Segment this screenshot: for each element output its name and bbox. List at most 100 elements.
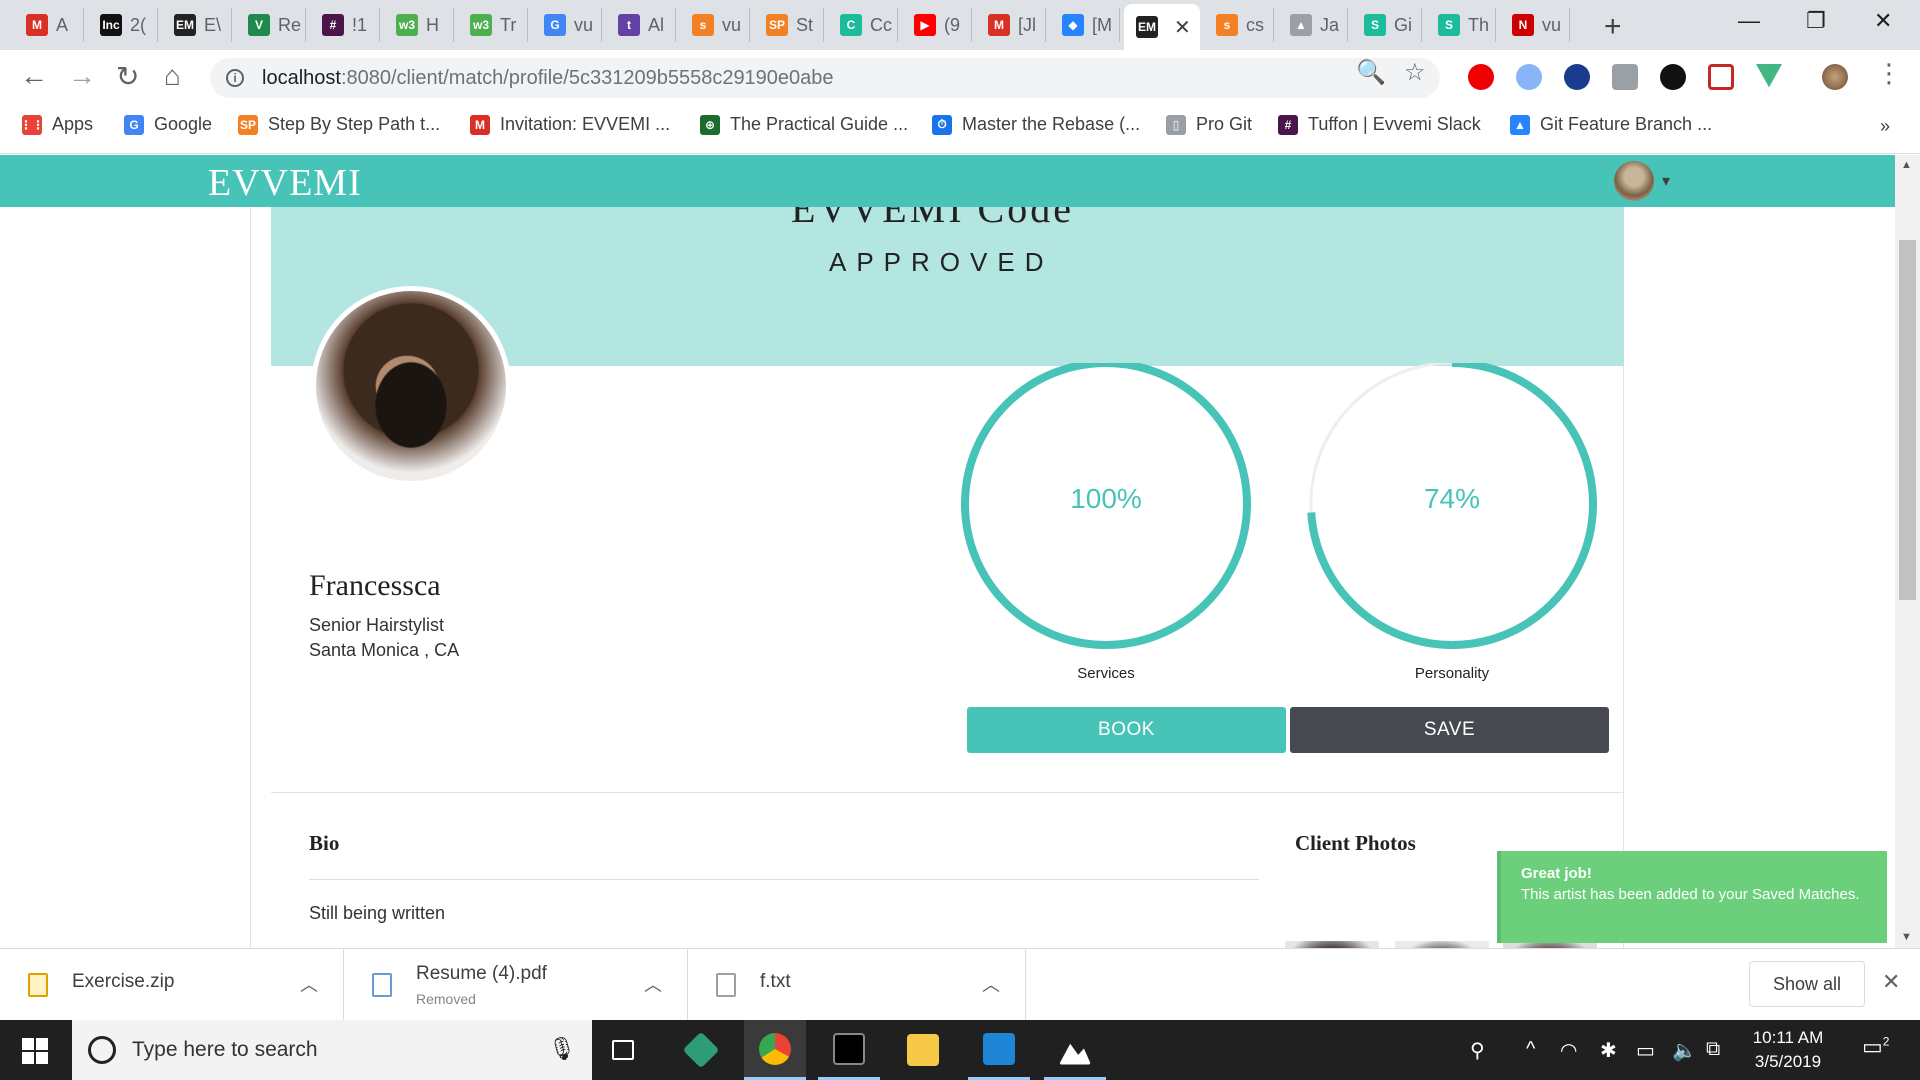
download-item[interactable]: f.txt ︿ [688, 949, 1026, 1021]
more-bookmarks-icon[interactable]: » [1880, 116, 1890, 137]
chrome-taskbar-icon[interactable] [744, 1020, 806, 1080]
extension-icon[interactable] [1516, 64, 1542, 90]
bookmark-item[interactable]: ▲ Git Feature Branch ... [1510, 114, 1712, 135]
taskbar-search[interactable]: Type here to search 🎙 [72, 1020, 592, 1080]
tab-20[interactable]: Nvu [1500, 8, 1570, 42]
dropbox-icon[interactable]: ⧉ [1706, 1038, 1720, 1061]
system-clock[interactable]: 10:11 AM 3/5/2019 [1748, 1026, 1828, 1074]
people-icon[interactable]: ⚲ [1470, 1038, 1485, 1063]
home-button[interactable]: ⌂ [164, 60, 181, 92]
tab-14[interactable]: ◆ [M [1050, 8, 1120, 42]
chevron-down-icon[interactable]: ▾ [1662, 171, 1670, 191]
windows-start-icon[interactable] [22, 1038, 48, 1064]
profile-avatar[interactable] [1822, 64, 1848, 90]
chevron-up-icon[interactable]: ︿ [300, 971, 318, 997]
tab-6[interactable]: w3 Tr [458, 8, 528, 42]
download-item[interactable]: Exercise.zip ︿ [0, 949, 344, 1021]
vscode-icon[interactable] [968, 1020, 1030, 1080]
opera-extension-icon[interactable] [1468, 64, 1494, 90]
terminal-icon[interactable] [818, 1020, 880, 1080]
chat-extension-icon[interactable] [1660, 64, 1686, 90]
chevron-up-icon[interactable]: ^ [1526, 1038, 1535, 1061]
cortana-icon[interactable] [88, 1036, 116, 1064]
extension-icon[interactable] [1564, 64, 1590, 90]
tab-19[interactable]: S Th [1426, 8, 1496, 42]
tab-label: [M [1092, 14, 1112, 35]
close-window-button[interactable]: ✕ [1874, 8, 1892, 34]
tab-12[interactable]: ▶ (9 [902, 8, 972, 42]
page-scrollbar[interactable]: ▲ ▼ [1895, 155, 1920, 948]
file-explorer-icon[interactable] [892, 1020, 954, 1080]
tab-17[interactable]: ▲ Ja [1278, 8, 1348, 42]
save-button[interactable]: SAVE [1290, 707, 1609, 753]
user-avatar[interactable] [1614, 161, 1654, 201]
client-photo[interactable] [1285, 941, 1379, 948]
gitkraken-icon[interactable] [670, 1020, 732, 1080]
task-view-icon[interactable] [592, 1020, 654, 1080]
close-shelf-icon[interactable]: ✕ [1882, 969, 1900, 995]
personality-caption: Personality [1414, 665, 1490, 682]
close-tab-icon[interactable]: ✕ [1174, 15, 1191, 40]
wifi-icon[interactable]: ◠ [1560, 1038, 1577, 1063]
show-all-button[interactable]: Show all [1749, 961, 1865, 1007]
tab-7[interactable]: Gvu [532, 8, 602, 42]
new-tab-button[interactable]: + [1604, 10, 1622, 44]
page-icon: ▯ [1166, 114, 1186, 135]
client-photo[interactable] [1395, 941, 1489, 948]
restore-button[interactable]: ❐ [1806, 8, 1826, 34]
tab-8[interactable]: t Al [606, 8, 676, 42]
puzzle-icon[interactable] [1612, 64, 1638, 90]
chrome-menu-icon[interactable]: ⋮ [1876, 58, 1902, 89]
zoom-icon[interactable]: 🔍 [1356, 58, 1386, 87]
address-bar[interactable]: i localhost:8080/client/match/profile/5c… [210, 58, 1440, 98]
success-toast[interactable]: Great job! This artist has been added to… [1497, 851, 1887, 943]
minimize-button[interactable]: — [1738, 8, 1760, 34]
photos-icon[interactable] [1044, 1020, 1106, 1080]
microphone-icon[interactable]: 🎙 [548, 1036, 576, 1062]
tab-0[interactable]: MA [14, 8, 84, 42]
evvemi-logo[interactable]: EVVEMI [208, 161, 362, 205]
chevron-up-icon[interactable]: ︿ [644, 971, 662, 997]
tab-3[interactable]: V Re [236, 8, 306, 42]
back-button[interactable]: ← [20, 60, 48, 92]
bookmark-item[interactable]: ⊕ The Practical Guide ... [700, 114, 908, 135]
pocket-icon[interactable] [1708, 64, 1734, 90]
tab-18[interactable]: S Gi [1352, 8, 1422, 42]
bookmark-item[interactable]: # Tuffon | Evvemi Slack [1278, 114, 1481, 135]
bookmark-item[interactable]: G Google [124, 114, 212, 135]
tab-1[interactable]: Inc 2( [88, 8, 158, 42]
bookmark-item[interactable]: ⏱ Master the Rebase (... [932, 114, 1140, 135]
vue-devtools-icon[interactable] [1756, 64, 1782, 88]
tab-11[interactable]: C Cc [828, 8, 898, 42]
book-button[interactable]: BOOK [967, 707, 1286, 753]
info-icon[interactable]: i [226, 69, 244, 87]
scroll-up-icon[interactable]: ▲ [1901, 159, 1912, 171]
bookmark-item[interactable]: SP Step By Step Path t... [238, 114, 440, 135]
forward-button[interactable]: → [68, 60, 96, 92]
tab-4[interactable]: # !1 [310, 8, 380, 42]
tab-label: vu [722, 14, 742, 35]
bookmark-star-icon[interactable]: ☆ [1404, 58, 1426, 87]
tab-16[interactable]: s cs [1204, 8, 1274, 42]
tab-9[interactable]: s vu [680, 8, 750, 42]
tab-2[interactable]: EM E\ [162, 8, 232, 42]
scrollbar-thumb[interactable] [1899, 240, 1916, 600]
chevron-up-icon[interactable]: ︿ [982, 971, 1000, 997]
gmail-icon: M [470, 114, 490, 135]
reload-button[interactable]: ↻ [116, 60, 139, 93]
tab-15[interactable]: EM ✕ [1124, 4, 1200, 50]
download-item[interactable]: Resume (4).pdf Removed ︿ [344, 949, 688, 1021]
tab-10[interactable]: SP St [754, 8, 824, 42]
bookmark-item[interactable]: ▯ Pro Git [1166, 114, 1252, 135]
tab-5[interactable]: w3 H [384, 8, 454, 42]
volume-icon[interactable]: 🔈 [1672, 1038, 1697, 1063]
bookmark-item[interactable]: M Invitation: EVVEMI ... [470, 114, 670, 135]
battery-icon[interactable]: ▭ [1636, 1038, 1655, 1063]
scroll-down-icon[interactable]: ▼ [1901, 931, 1912, 943]
tab-13[interactable]: M [Jl [976, 8, 1046, 42]
bookmark-item[interactable]: ⋮⋮ Apps [20, 114, 93, 135]
tab-label: Ja [1320, 14, 1340, 35]
artist-name: Francessca [309, 569, 441, 602]
bluetooth-icon[interactable]: ✱ [1600, 1038, 1617, 1063]
notifications-icon[interactable]: ▭2 [1862, 1034, 1889, 1060]
